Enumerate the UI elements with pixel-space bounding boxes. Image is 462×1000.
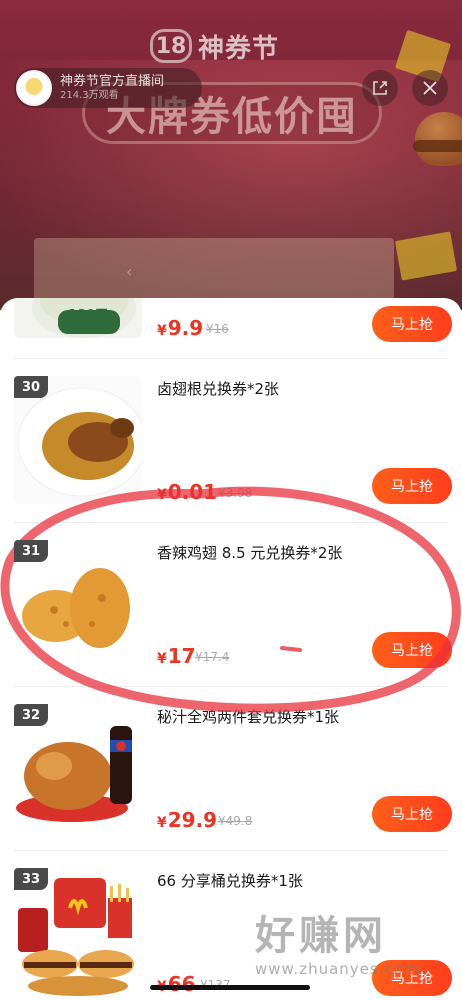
- original-price: ¥17.4: [195, 650, 230, 664]
- grab-button[interactable]: 马上抢: [372, 796, 452, 832]
- grab-button[interactable]: 马上抢: [372, 960, 452, 996]
- chevron-left-icon: ‹: [126, 262, 133, 281]
- live-banner: ‹ 18 神券节 大牌券低价囤 神券节官方直播间 214.3万观看: [0, 0, 462, 310]
- currency-symbol: ¥: [157, 815, 167, 831]
- current-price: ¥66: [157, 972, 196, 996]
- product-title: 秘汁全鸡两件套兑换券*1张: [157, 708, 340, 726]
- list-item[interactable]: 30 卤翅根兑换券*2张 ¥0.01 ¥3.98 马上抢: [0, 358, 462, 522]
- grab-button[interactable]: 马上抢: [372, 632, 452, 668]
- list-item[interactable]: 31 香辣鸡翅 8.5 元兑换券*2张 ¥17 ¥17.4 马上抢: [0, 522, 462, 686]
- product-title: 66 分享桶兑换券*1张: [157, 872, 303, 890]
- price-value: 17: [167, 644, 196, 668]
- product-title: 卤翅根兑换券*2张: [157, 380, 280, 398]
- live-room-title: 神券节官方直播间: [60, 74, 165, 90]
- image-label: 纯正土鸡: [62, 322, 106, 335]
- product-image: 180天 纯正土鸡: [14, 298, 142, 338]
- close-icon: [423, 81, 437, 95]
- price-value: 66: [167, 972, 196, 996]
- live-room-pill[interactable]: 神券节官方直播间 214.3万观看: [14, 68, 202, 108]
- original-price: ¥16: [206, 322, 229, 336]
- burger-patty-decoration: [413, 140, 462, 152]
- live-viewer-count: 214.3万观看: [60, 89, 119, 101]
- current-price: ¥17: [157, 644, 196, 668]
- current-price: ¥29.9: [157, 808, 217, 832]
- rank-badge: 30: [14, 376, 48, 398]
- currency-symbol: ¥: [157, 487, 167, 503]
- close-button[interactable]: [412, 70, 448, 106]
- current-price: ¥9.9: [157, 316, 203, 340]
- grab-button[interactable]: 马上抢: [372, 306, 452, 342]
- original-price: ¥3.98: [218, 486, 253, 500]
- product-title: 香辣鸡翅 8.5 元兑换券*2张: [157, 544, 343, 562]
- logo-badge: 18: [150, 29, 192, 63]
- rank-badge: 32: [14, 704, 48, 726]
- product-list-sheet[interactable]: 180天 纯正土鸡 ¥9.9 ¥16 马上抢 30 卤翅根兑换券*2张 ¥0.0…: [0, 298, 462, 1000]
- list-item[interactable]: 33 66 分享桶兑换券*1张 ¥66 ¥137 马上抢: [0, 850, 462, 1000]
- burger-decoration: [415, 112, 462, 166]
- share-button[interactable]: [362, 70, 398, 106]
- price-value: 0.01: [167, 480, 218, 504]
- currency-symbol: ¥: [157, 651, 167, 667]
- list-item[interactable]: 32 秘汁全鸡两件套兑换券*1张 ¥29.9 ¥49.8 马上抢: [0, 686, 462, 850]
- grab-button[interactable]: 马上抢: [372, 468, 452, 504]
- price-value: 9.9: [167, 316, 204, 340]
- avatar: [16, 70, 52, 106]
- price-value: 29.9: [167, 808, 218, 832]
- festival-logo: 18 神券节: [150, 26, 279, 66]
- list-item[interactable]: 180天 纯正土鸡 ¥9.9 ¥16 马上抢: [0, 298, 462, 358]
- share-icon: [373, 81, 387, 95]
- current-price: ¥0.01: [157, 480, 217, 504]
- currency-symbol: ¥: [157, 323, 167, 339]
- festival-name: 神券节: [198, 33, 280, 64]
- rank-badge: 31: [14, 540, 48, 562]
- original-price: ¥49.8: [218, 814, 253, 828]
- home-indicator[interactable]: [150, 985, 310, 990]
- rank-badge: 33: [14, 868, 48, 890]
